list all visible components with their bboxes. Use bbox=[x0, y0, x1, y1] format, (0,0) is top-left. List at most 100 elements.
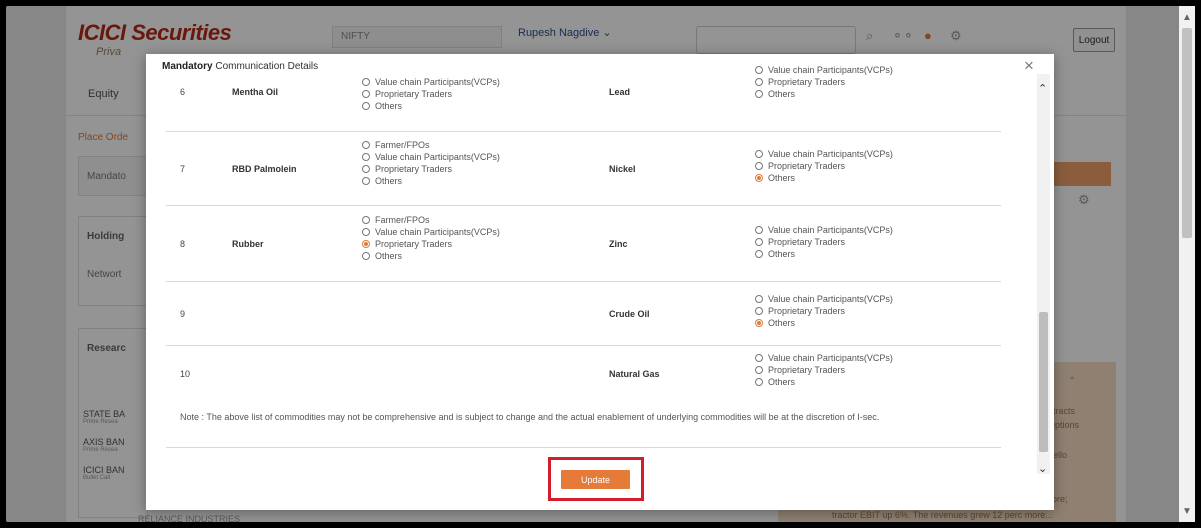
radio-group: Value chain Participants(VCPs) Proprieta… bbox=[362, 76, 500, 112]
chevron-down-icon[interactable]: ⌄ bbox=[1038, 462, 1047, 475]
radio-option[interactable]: Value chain Participants(VCPs) bbox=[755, 148, 893, 160]
radio-icon[interactable] bbox=[362, 102, 370, 110]
radio-option[interactable]: Others bbox=[755, 317, 893, 329]
update-button[interactable]: Update bbox=[561, 470, 630, 489]
radio-label: Proprietary Traders bbox=[768, 77, 846, 87]
radio-label: Others bbox=[768, 89, 796, 99]
radio-label: Value chain Participants(VCPs) bbox=[768, 225, 893, 235]
commodity-name: Nickel bbox=[609, 164, 636, 174]
radio-option[interactable]: Farmer/FPOs bbox=[362, 214, 500, 226]
chevron-up-icon[interactable]: ⌃ bbox=[1038, 82, 1047, 95]
radio-label: Farmer/FPOs bbox=[375, 215, 430, 225]
radio-icon[interactable] bbox=[755, 150, 763, 158]
radio-option[interactable]: Proprietary Traders bbox=[755, 236, 893, 248]
radio-label: Value chain Participants(VCPs) bbox=[375, 77, 500, 87]
commodity-name: Lead bbox=[609, 87, 631, 97]
radio-icon[interactable] bbox=[755, 162, 763, 170]
scrollbar-thumb[interactable] bbox=[1039, 312, 1048, 452]
radio-icon[interactable] bbox=[362, 165, 370, 173]
radio-icon[interactable] bbox=[362, 228, 370, 236]
close-icon[interactable]: × bbox=[1024, 56, 1034, 76]
radio-icon[interactable] bbox=[755, 366, 763, 374]
radio-option[interactable]: Proprietary Traders bbox=[362, 88, 500, 100]
radio-option[interactable]: Value chain Participants(VCPs) bbox=[755, 352, 893, 364]
radio-option[interactable]: Proprietary Traders bbox=[362, 238, 500, 250]
radio-option[interactable]: Proprietary Traders bbox=[755, 305, 893, 317]
modal-content: 6 Mentha Oil Value chain Participants(VC… bbox=[166, 54, 1001, 510]
divider bbox=[166, 447, 1001, 448]
radio-option[interactable]: Value chain Participants(VCPs) bbox=[362, 151, 500, 163]
radio-label: Proprietary Traders bbox=[768, 161, 846, 171]
radio-option[interactable]: Value chain Participants(VCPs) bbox=[755, 293, 893, 305]
radio-group: Farmer/FPOs Value chain Participants(VCP… bbox=[362, 139, 500, 187]
radio-group: Value chain Participants(VCPs) Proprieta… bbox=[755, 293, 893, 329]
radio-label: Others bbox=[375, 176, 403, 186]
page-scrollbar[interactable]: ▲ ▼ bbox=[1179, 6, 1195, 522]
commodity-row: 6 Mentha Oil Value chain Participants(VC… bbox=[166, 65, 1001, 132]
update-highlight-box: Update bbox=[548, 457, 644, 501]
radio-option[interactable]: Others bbox=[362, 250, 500, 262]
radio-option[interactable]: Proprietary Traders bbox=[755, 76, 893, 88]
radio-option[interactable]: Others bbox=[362, 175, 500, 187]
radio-option[interactable]: Others bbox=[755, 172, 893, 184]
radio-icon[interactable] bbox=[362, 216, 370, 224]
radio-icon[interactable] bbox=[755, 378, 763, 386]
radio-label: Value chain Participants(VCPs) bbox=[375, 227, 500, 237]
radio-group: Value chain Participants(VCPs) Proprieta… bbox=[755, 224, 893, 260]
radio-icon[interactable] bbox=[755, 90, 763, 98]
radio-option[interactable]: Farmer/FPOs bbox=[362, 139, 500, 151]
radio-label: Proprietary Traders bbox=[375, 164, 453, 174]
radio-option[interactable]: Others bbox=[755, 376, 893, 388]
commodity-name: Crude Oil bbox=[609, 309, 650, 319]
radio-icon[interactable] bbox=[362, 78, 370, 86]
radio-option[interactable]: Proprietary Traders bbox=[755, 160, 893, 172]
radio-selected-icon[interactable] bbox=[755, 319, 763, 327]
row-number: 7 bbox=[180, 164, 186, 174]
radio-option[interactable]: Value chain Participants(VCPs) bbox=[362, 226, 500, 238]
radio-icon[interactable] bbox=[755, 78, 763, 86]
radio-icon[interactable] bbox=[755, 307, 763, 315]
radio-icon[interactable] bbox=[362, 141, 370, 149]
radio-group: Value chain Participants(VCPs) Proprieta… bbox=[755, 64, 893, 100]
disclaimer-note: Note : The above list of commodities may… bbox=[180, 412, 880, 422]
radio-icon[interactable] bbox=[362, 177, 370, 185]
page-scrollbar-thumb[interactable] bbox=[1182, 28, 1192, 238]
radio-label: Proprietary Traders bbox=[375, 239, 453, 249]
radio-option[interactable]: Proprietary Traders bbox=[755, 364, 893, 376]
browser-viewport: ICICI Securities Priva NIFTY Rupesh Nagd… bbox=[6, 6, 1195, 522]
scroll-up-icon[interactable]: ▲ bbox=[1182, 12, 1192, 23]
radio-icon[interactable] bbox=[362, 90, 370, 98]
radio-icon[interactable] bbox=[755, 250, 763, 258]
radio-option[interactable]: Value chain Participants(VCPs) bbox=[362, 76, 500, 88]
radio-option[interactable]: Value chain Participants(VCPs) bbox=[755, 64, 893, 76]
radio-group: Farmer/FPOs Value chain Participants(VCP… bbox=[362, 214, 500, 262]
radio-icon[interactable] bbox=[755, 354, 763, 362]
radio-group: Value chain Participants(VCPs) Proprieta… bbox=[755, 352, 893, 388]
commodity-name: Mentha Oil bbox=[232, 87, 279, 97]
radio-selected-icon[interactable] bbox=[755, 174, 763, 182]
radio-label: Others bbox=[375, 101, 403, 111]
radio-icon[interactable] bbox=[362, 153, 370, 161]
scroll-down-icon[interactable]: ▼ bbox=[1182, 506, 1192, 517]
modal-scrollbar[interactable]: ⌃ ⌄ bbox=[1037, 74, 1050, 475]
radio-icon[interactable] bbox=[755, 226, 763, 234]
radio-icon[interactable] bbox=[755, 238, 763, 246]
commodity-row: 7 RBD Palmolein Farmer/FPOs Value chain … bbox=[166, 132, 1001, 206]
radio-label: Others bbox=[768, 318, 796, 328]
row-number: 6 bbox=[180, 87, 186, 97]
radio-label: Value chain Participants(VCPs) bbox=[768, 65, 893, 75]
radio-icon[interactable] bbox=[362, 252, 370, 260]
row-number: 8 bbox=[180, 239, 186, 249]
radio-label: Others bbox=[768, 249, 796, 259]
radio-option[interactable]: Others bbox=[755, 88, 893, 100]
commodity-name: RBD Palmolein bbox=[232, 164, 297, 174]
commodity-name: Zinc bbox=[609, 239, 628, 249]
row-number: 9 bbox=[180, 309, 186, 319]
radio-option[interactable]: Proprietary Traders bbox=[362, 163, 500, 175]
radio-option[interactable]: Others bbox=[755, 248, 893, 260]
radio-icon[interactable] bbox=[755, 66, 763, 74]
radio-icon[interactable] bbox=[755, 295, 763, 303]
radio-option[interactable]: Value chain Participants(VCPs) bbox=[755, 224, 893, 236]
radio-selected-icon[interactable] bbox=[362, 240, 370, 248]
radio-option[interactable]: Others bbox=[362, 100, 500, 112]
